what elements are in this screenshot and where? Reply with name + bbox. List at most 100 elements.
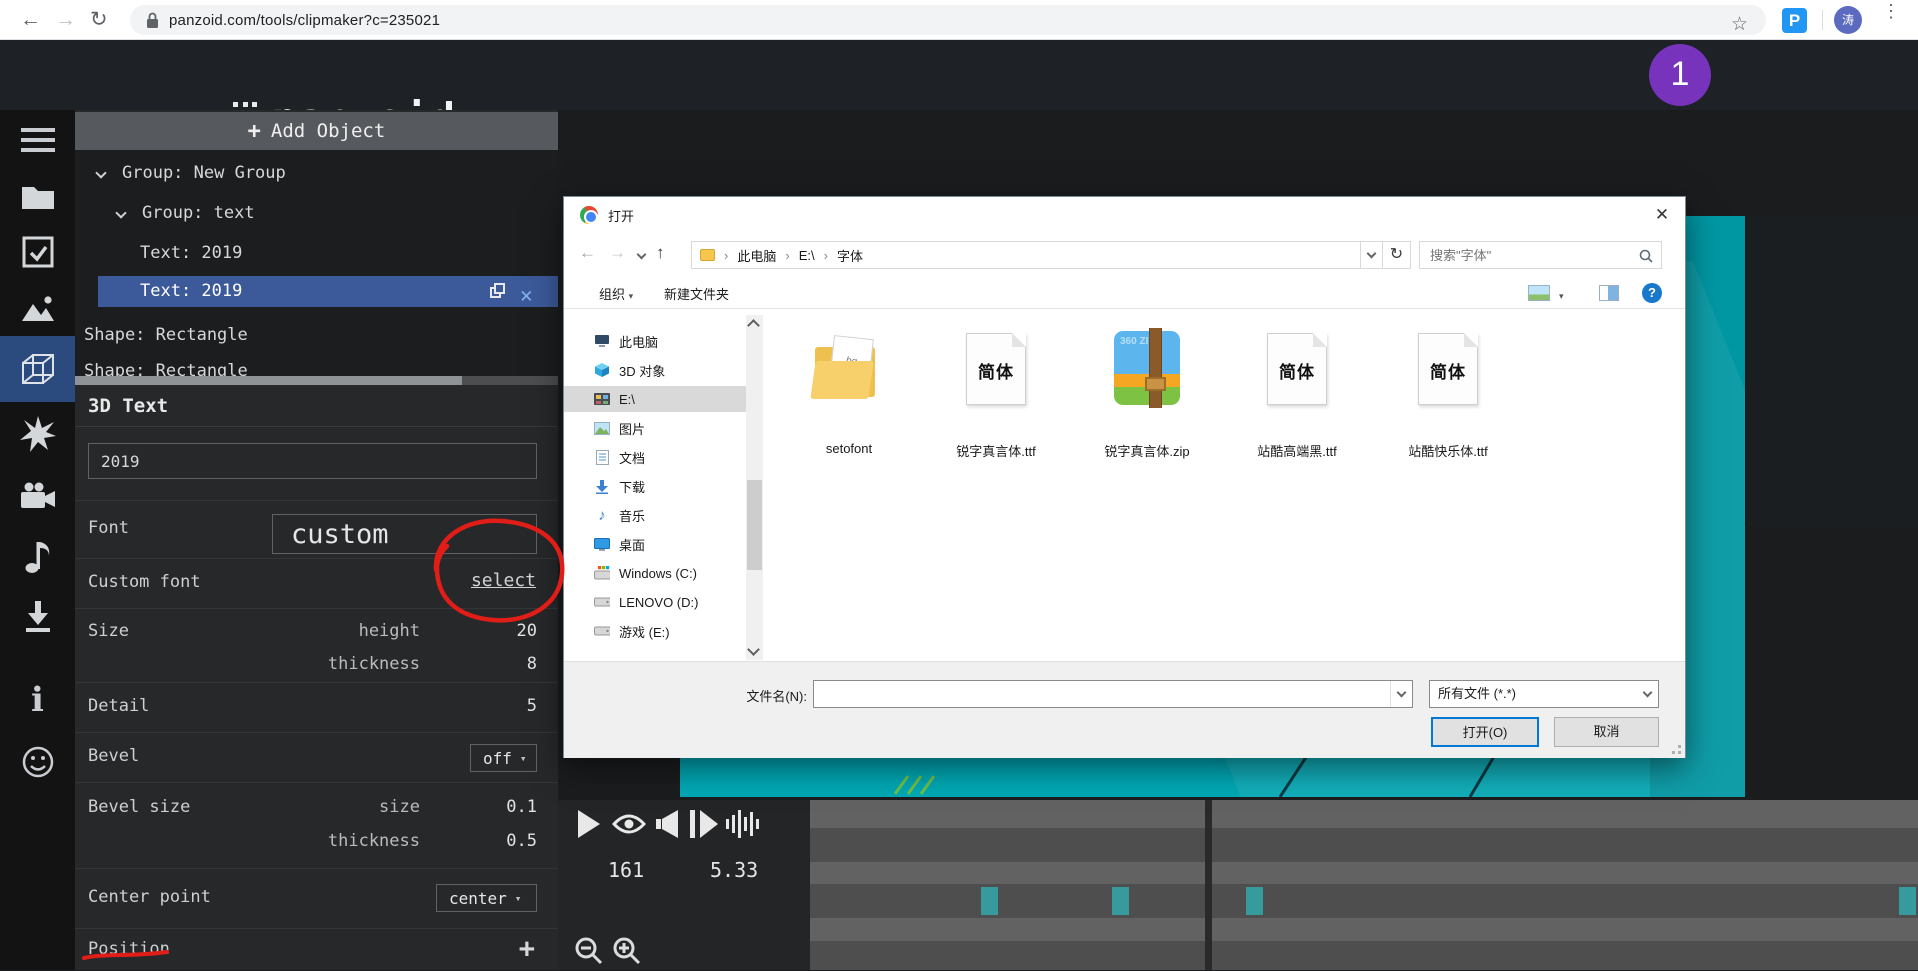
chevron-down-icon[interactable]	[115, 207, 126, 218]
thumbnail-view-icon[interactable]	[1528, 285, 1550, 301]
timeline-keyframe-marker[interactable]	[1899, 887, 1916, 915]
nav-scrollbar[interactable]	[746, 315, 763, 660]
info-icon[interactable]: i	[0, 672, 75, 728]
nav-music[interactable]: ♪ 音乐	[564, 502, 746, 528]
text-value-input[interactable]	[88, 443, 537, 479]
nav-downloads[interactable]: 下载	[564, 473, 746, 499]
breadcrumb-this-pc[interactable]: 此电脑	[737, 246, 776, 265]
filename-input[interactable]	[814, 681, 1384, 707]
scroll-down-icon[interactable]	[747, 643, 760, 656]
filename-combobox[interactable]	[813, 680, 1413, 708]
dialog-up-icon[interactable]: ↑	[656, 243, 665, 263]
timeline-keyframe-marker[interactable]	[981, 887, 998, 915]
bevel-dropdown[interactable]: off ▾	[470, 744, 537, 772]
browser-forward-icon[interactable]: →	[55, 0, 76, 40]
camera-icon[interactable]	[0, 468, 75, 524]
size-thickness-value[interactable]: 8	[527, 654, 537, 674]
delete-x-icon[interactable]: ✕	[520, 280, 533, 310]
address-bar[interactable]: panzoid.com/tools/clipmaker?c=235021 ☆	[130, 5, 1766, 35]
search-box[interactable]	[1419, 241, 1662, 269]
effects-burst-icon[interactable]	[0, 406, 75, 462]
tree-text-row[interactable]: Text: 2019	[75, 238, 558, 268]
tree-text-row-selected[interactable]: Text: 2019 ✕	[98, 276, 558, 307]
open-button[interactable]: 打开(O)	[1431, 717, 1539, 747]
duplicate-icon[interactable]	[490, 283, 507, 300]
chevron-down-icon[interactable]	[1390, 681, 1412, 707]
search-input[interactable]	[1420, 242, 1625, 268]
history-chevron-icon[interactable]	[637, 250, 647, 260]
breadcrumb-dropdown-icon[interactable]	[1361, 241, 1383, 269]
objects-3d-cube-icon[interactable]	[0, 336, 75, 402]
preview-pane-icon[interactable]	[1599, 285, 1619, 301]
scroll-up-icon[interactable]	[747, 319, 760, 332]
browser-back-icon[interactable]: ←	[20, 0, 41, 40]
render-checkbox-icon[interactable]	[0, 224, 75, 280]
breadcrumb-drive[interactable]: E:\	[799, 248, 815, 263]
profile-avatar[interactable]: 涛	[1834, 6, 1862, 34]
zoom-in-icon[interactable]	[612, 936, 642, 971]
size-height-value[interactable]: 20	[517, 621, 537, 641]
nav-3d-objects[interactable]: 3D 对象	[564, 357, 746, 383]
projects-folder-icon[interactable]	[0, 168, 75, 224]
dialog-title-bar[interactable]: 打开	[564, 197, 1685, 233]
preview-eye-button[interactable]	[612, 810, 646, 843]
nav-pictures[interactable]: 图片	[564, 415, 746, 441]
breadcrumb[interactable]: › 此电脑 › E:\ › 字体	[691, 241, 1361, 269]
dialog-back-icon[interactable]: ←	[579, 243, 596, 263]
refresh-icon[interactable]: ↻	[1383, 241, 1411, 269]
play-button[interactable]	[578, 810, 602, 843]
tree-group-row[interactable]: Group: New Group	[75, 158, 558, 188]
nav-drive-c[interactable]: Windows (C:)	[564, 560, 746, 586]
chevron-down-icon[interactable]	[95, 167, 106, 178]
menu-icon[interactable]	[0, 112, 75, 168]
bevel-size-value[interactable]: 0.1	[506, 797, 537, 817]
waveform-button[interactable]	[726, 810, 762, 843]
extension-icon[interactable]: P	[1782, 8, 1807, 33]
file-setofont[interactable]: bg setofont	[789, 323, 909, 475]
tree-group-row[interactable]: Group: text	[75, 198, 558, 228]
nav-this-pc[interactable]: 此电脑	[564, 328, 746, 354]
browser-menu-icon[interactable]: ⋮	[1882, 7, 1896, 16]
bevel-thickness-value[interactable]: 0.5	[506, 831, 537, 851]
tree-shape-row[interactable]: Shape: Rectangle	[75, 320, 558, 350]
nav-drive-d[interactable]: LENOVO (D:)	[564, 589, 746, 615]
download-icon[interactable]	[0, 588, 75, 644]
resize-grip[interactable]	[1667, 740, 1681, 754]
tree-shape-row[interactable]: Shape: Rectangle	[75, 356, 558, 376]
organize-menu[interactable]: 组织 ▾	[599, 284, 633, 303]
center-point-dropdown[interactable]: center ▾	[436, 884, 537, 912]
help-icon[interactable]: ?	[1642, 283, 1662, 303]
smiley-icon[interactable]	[0, 734, 75, 790]
detail-value[interactable]: 5	[527, 696, 537, 716]
nav-drive-e[interactable]: E:\	[564, 386, 746, 412]
custom-font-select-link[interactable]: select	[471, 570, 536, 591]
nav-desktop[interactable]: 桌面	[564, 531, 746, 557]
breadcrumb-folder[interactable]: 字体	[837, 246, 863, 265]
file-font-ttf-2[interactable]: 简体 站酷高端黑.ttf	[1237, 323, 1357, 475]
timeline-keyframe-marker[interactable]	[1112, 887, 1129, 915]
file-font-ttf-1[interactable]: 简体 锐字真言体.ttf	[936, 323, 1056, 475]
images-icon[interactable]	[0, 280, 75, 336]
nav-documents[interactable]: 文档	[564, 444, 746, 470]
position-add-button[interactable]: +	[519, 933, 535, 964]
file-zip[interactable]: 360 ZIP 锐字真言体.zip	[1087, 323, 1207, 475]
tree-scrollbar[interactable]	[75, 376, 558, 385]
file-font-ttf-3[interactable]: 简体 站酷快乐体.ttf	[1388, 323, 1508, 475]
step-forward-button[interactable]	[690, 810, 718, 843]
new-folder-button[interactable]: 新建文件夹	[664, 284, 729, 303]
add-object-button[interactable]: + Add Object	[75, 112, 558, 150]
dialog-forward-icon[interactable]: →	[609, 243, 626, 263]
dialog-close-icon[interactable]: ✕	[1639, 197, 1685, 233]
file-type-dropdown[interactable]: 所有文件 (*.*)	[1429, 680, 1659, 708]
audio-mute-button[interactable]	[656, 810, 678, 843]
cancel-button[interactable]: 取消	[1554, 717, 1659, 747]
browser-refresh-icon[interactable]: ↻	[90, 0, 108, 40]
zoom-out-icon[interactable]	[574, 936, 604, 971]
music-icon[interactable]	[0, 528, 75, 584]
view-dropdown-icon[interactable]: ▾	[1559, 291, 1564, 302]
font-select[interactable]: custom	[272, 514, 537, 554]
nav-drive-e-games[interactable]: 游戏 (E:)	[564, 618, 746, 644]
bookmark-star-icon[interactable]: ☆	[1731, 13, 1748, 36]
scrollbar-thumb[interactable]	[747, 480, 762, 570]
timeline-keyframe-marker[interactable]	[1246, 887, 1263, 915]
